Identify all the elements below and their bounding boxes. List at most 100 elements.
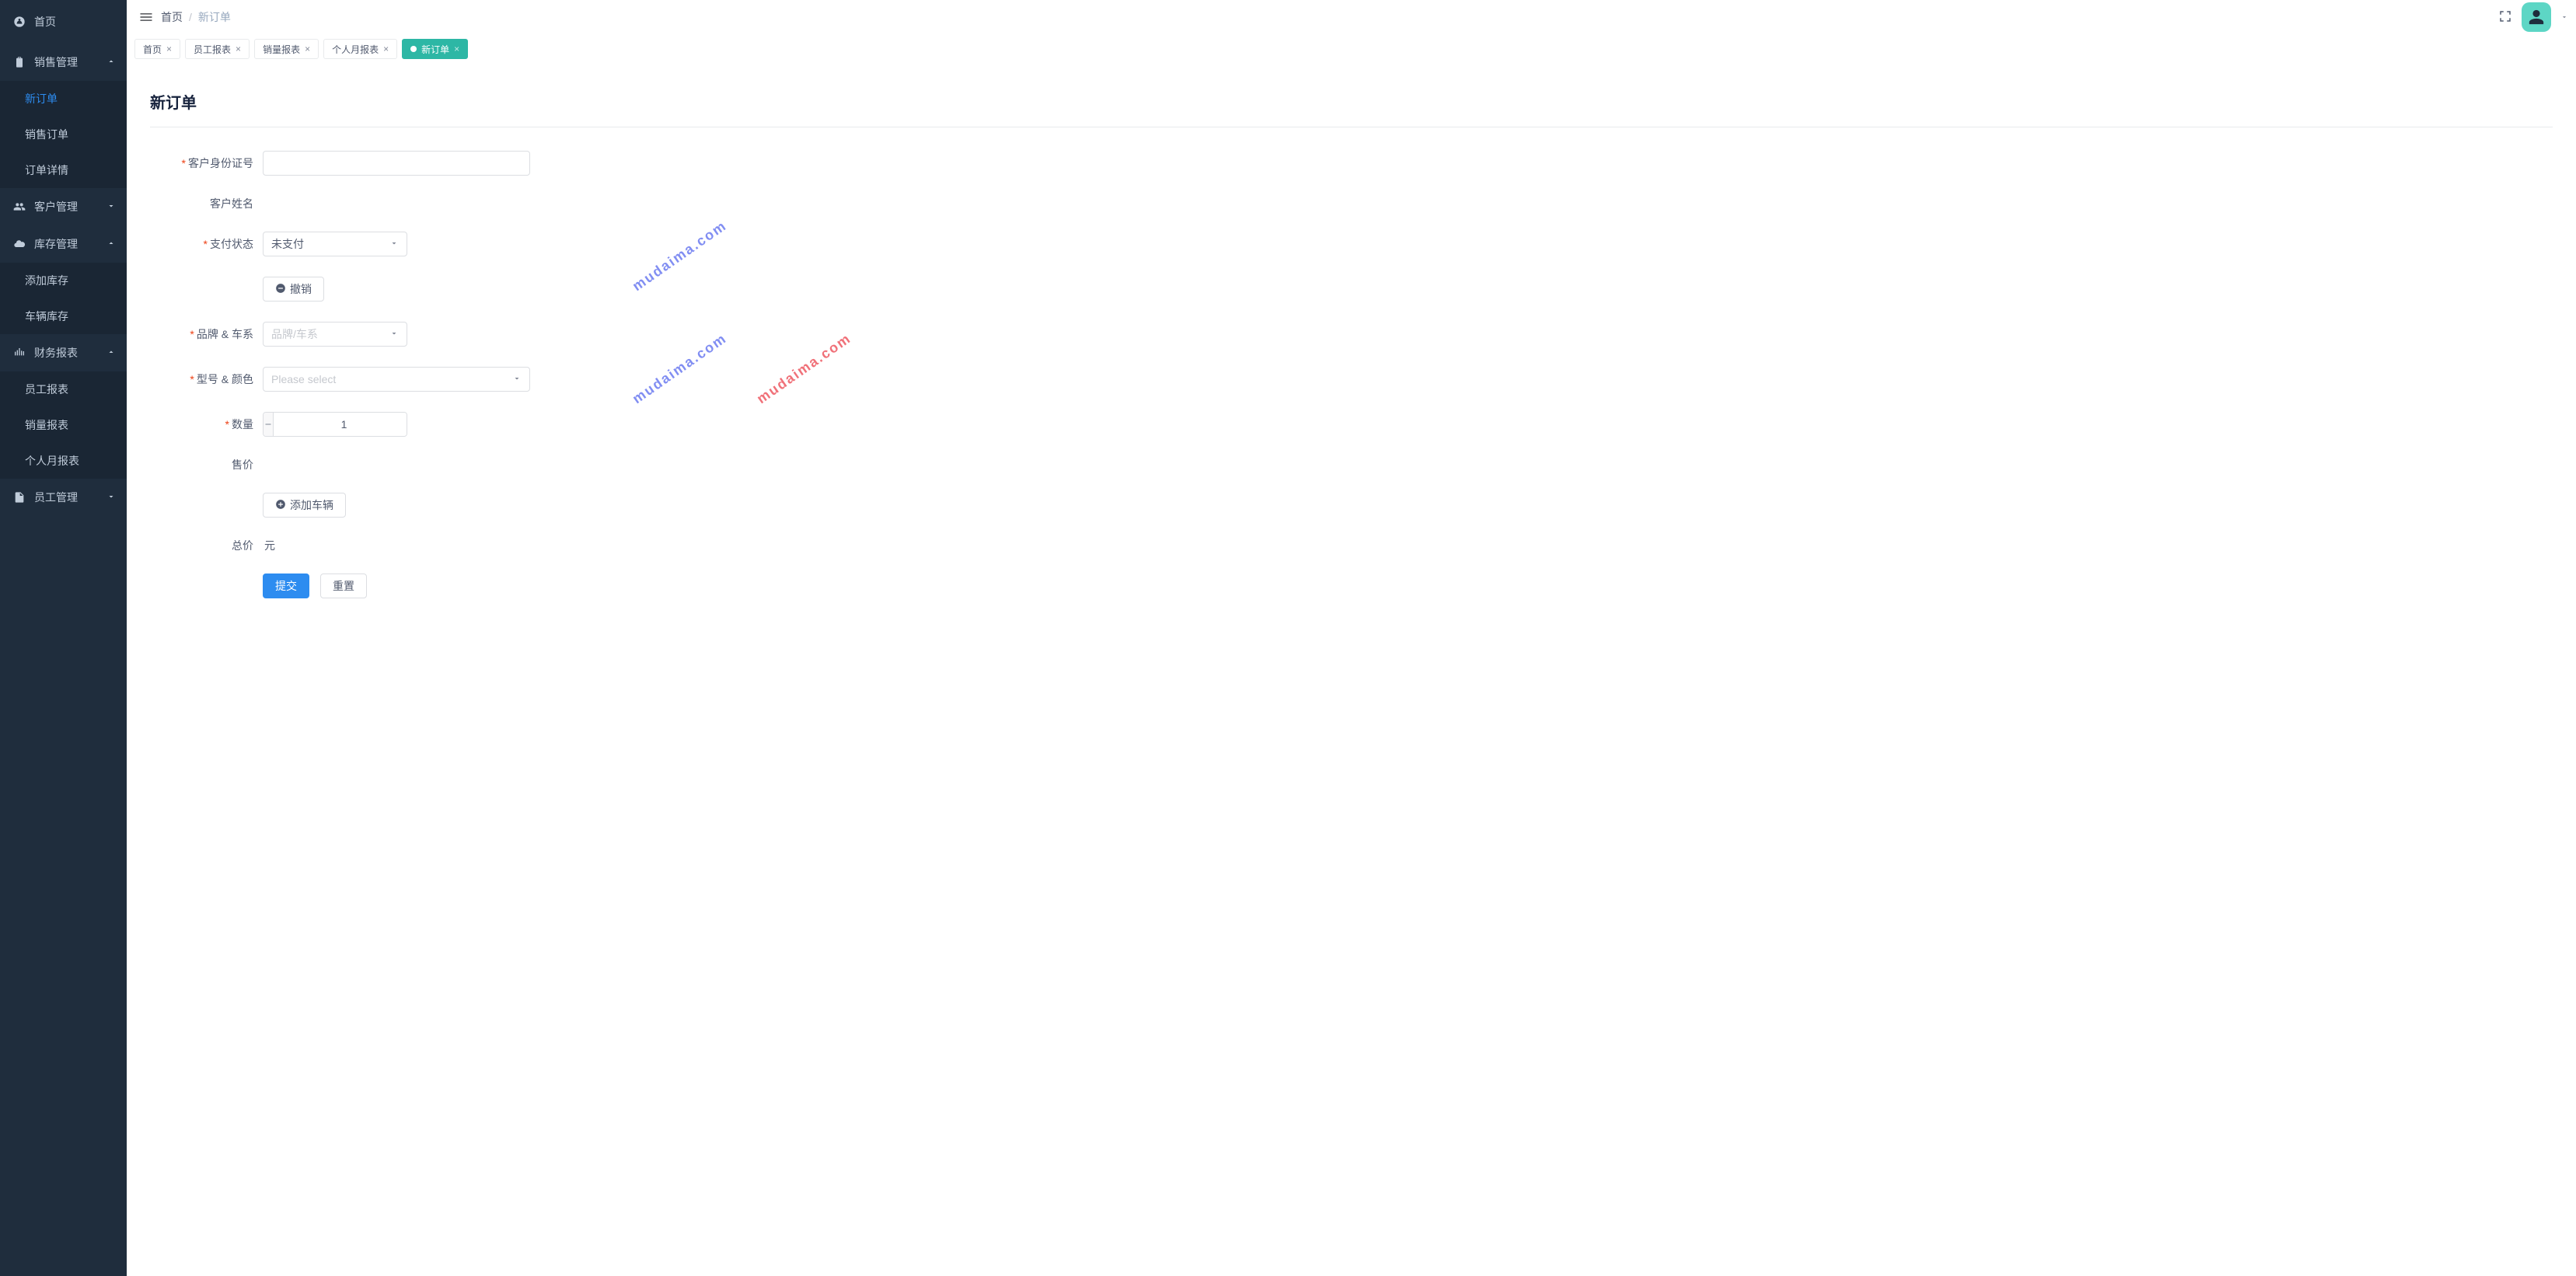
label-model-color: *型号 & 颜色 xyxy=(150,371,263,387)
sidebar-item-sales-order[interactable]: 销售订单 xyxy=(0,117,127,152)
tab-sales-report[interactable]: 销量报表 × xyxy=(254,39,319,59)
menu-toggle-icon[interactable] xyxy=(134,9,158,25)
chevron-down-icon xyxy=(106,200,116,213)
minus-circle-icon xyxy=(275,283,286,296)
button-label: 撤销 xyxy=(290,281,312,297)
value-total: 元 xyxy=(263,539,275,552)
chevron-down-icon xyxy=(106,491,116,504)
button-label: 重置 xyxy=(333,578,354,594)
close-icon[interactable]: × xyxy=(305,44,310,54)
sidebar-item-label: 个人月报表 xyxy=(25,453,79,469)
minus-icon xyxy=(264,420,273,429)
user-avatar[interactable] xyxy=(2522,2,2551,32)
label-price: 售价 xyxy=(150,457,263,472)
clipboard-icon xyxy=(12,56,26,68)
button-undo[interactable]: 撤销 xyxy=(263,277,324,302)
sidebar-item-order-detail[interactable]: 订单详情 xyxy=(0,152,127,188)
form-new-order: *客户身份证号 客户姓名 *支付状态 未支付 xyxy=(150,151,1161,598)
sidebar-item-label: 首页 xyxy=(34,14,56,30)
tab-new-order[interactable]: 新订单 × xyxy=(402,39,468,59)
content: 新订单 *客户身份证号 客户姓名 *支付状态 xyxy=(127,65,2576,1276)
chevron-up-icon xyxy=(106,56,116,68)
breadcrumb-current: 新订单 xyxy=(198,9,231,25)
sidebar-item-label: 销量报表 xyxy=(25,417,68,433)
tab-personal-month-report[interactable]: 个人月报表 × xyxy=(323,39,397,59)
close-icon[interactable]: × xyxy=(166,44,172,54)
sidebar-item-label: 库存管理 xyxy=(34,236,78,252)
sidebar-item-personal-month-report[interactable]: 个人月报表 xyxy=(0,443,127,479)
sidebar-group-sales[interactable]: 销售管理 xyxy=(0,44,127,81)
sidebar-group-inventory[interactable]: 库存管理 xyxy=(0,225,127,263)
breadcrumb-home[interactable]: 首页 xyxy=(161,9,183,25)
button-add-vehicle[interactable]: 添加车辆 xyxy=(263,493,346,518)
breadcrumb-separator: / xyxy=(189,11,192,23)
users-icon xyxy=(12,200,26,213)
chevron-up-icon xyxy=(106,238,116,250)
sidebar-item-sales-report[interactable]: 销量报表 xyxy=(0,407,127,443)
button-submit[interactable]: 提交 xyxy=(263,574,309,598)
sidebar-item-new-order[interactable]: 新订单 xyxy=(0,81,127,117)
sidebar-group-finance[interactable]: 财务报表 xyxy=(0,334,127,371)
label-total: 总价 xyxy=(150,538,263,553)
plus-circle-icon xyxy=(275,499,286,512)
select-pay-status[interactable]: 未支付 xyxy=(263,232,407,256)
select-placeholder: Please select xyxy=(271,373,336,385)
sidebar-item-label: 客户管理 xyxy=(34,199,78,214)
select-brand-series[interactable]: 品牌/车系 xyxy=(263,322,407,347)
tab-staff-report[interactable]: 员工报表 × xyxy=(185,39,250,59)
sidebar-item-label: 订单详情 xyxy=(25,162,68,178)
tab-home[interactable]: 首页 × xyxy=(134,39,180,59)
tab-label: 销量报表 xyxy=(263,43,300,56)
button-reset[interactable]: 重置 xyxy=(320,574,367,598)
close-icon[interactable]: × xyxy=(454,44,459,54)
chevron-down-icon xyxy=(389,328,399,340)
chevron-down-icon xyxy=(512,373,522,385)
value-price xyxy=(263,458,264,471)
select-model-color[interactable]: Please select xyxy=(263,367,530,392)
close-icon[interactable]: × xyxy=(236,44,241,54)
sidebar-group-staff[interactable]: 员工管理 xyxy=(0,479,127,516)
sidebar-item-label: 财务报表 xyxy=(34,345,78,361)
close-icon[interactable]: × xyxy=(383,44,389,54)
select-value: 未支付 xyxy=(271,236,304,252)
sidebar-item-label: 新订单 xyxy=(25,91,58,106)
breadcrumb: 首页 / 新订单 xyxy=(161,9,231,25)
sidebar-item-label: 销售管理 xyxy=(34,54,78,70)
sidebar-item-home[interactable]: 首页 xyxy=(0,0,127,44)
quantity-decrease[interactable] xyxy=(264,413,274,436)
chevron-down-icon xyxy=(389,238,399,250)
cloud-icon xyxy=(12,238,26,250)
chevron-up-icon xyxy=(106,347,116,359)
sidebar-item-add-inventory[interactable]: 添加库存 xyxy=(0,263,127,298)
main: 首页 / 新订单 首页 × xyxy=(127,0,2576,1276)
sidebar-item-label: 添加库存 xyxy=(25,273,68,288)
sidebar-item-vehicle-inventory[interactable]: 车辆库存 xyxy=(0,298,127,334)
tab-label: 首页 xyxy=(143,43,162,56)
tabs: 首页 × 员工报表 × 销量报表 × 个人月报表 × 新订单 × xyxy=(127,34,2576,65)
fullscreen-icon[interactable] xyxy=(2498,9,2512,26)
sidebar-item-label: 车辆库存 xyxy=(25,309,68,324)
quantity-value[interactable] xyxy=(274,413,407,436)
sidebar-item-label: 销售订单 xyxy=(25,127,68,142)
user-menu-caret-icon[interactable] xyxy=(2560,11,2568,23)
label-quantity: *数量 xyxy=(150,417,263,432)
label-customer-name: 客户姓名 xyxy=(150,196,263,211)
button-label: 提交 xyxy=(275,578,297,594)
label-brand-series: *品牌 & 车系 xyxy=(150,326,263,342)
bar-chart-icon xyxy=(12,347,26,359)
document-icon xyxy=(12,491,26,504)
input-customer-id[interactable] xyxy=(263,151,530,176)
sidebar-item-staff-report[interactable]: 员工报表 xyxy=(0,371,127,407)
sidebar-item-label: 员工管理 xyxy=(34,490,78,505)
sidebar-group-customer[interactable]: 客户管理 xyxy=(0,188,127,225)
value-customer-name xyxy=(263,197,264,210)
tab-label: 新订单 xyxy=(421,43,449,56)
select-placeholder: 品牌/车系 xyxy=(271,326,318,342)
input-quantity xyxy=(263,412,407,437)
dashboard-icon xyxy=(12,16,26,28)
button-label: 添加车辆 xyxy=(290,497,333,513)
sidebar-item-label: 员工报表 xyxy=(25,382,68,397)
tab-label: 员工报表 xyxy=(194,43,231,56)
page-title: 新订单 xyxy=(150,90,2553,113)
sidebar: 首页 销售管理 新订单 销售订单 订单详情 客户管理 xyxy=(0,0,127,1276)
